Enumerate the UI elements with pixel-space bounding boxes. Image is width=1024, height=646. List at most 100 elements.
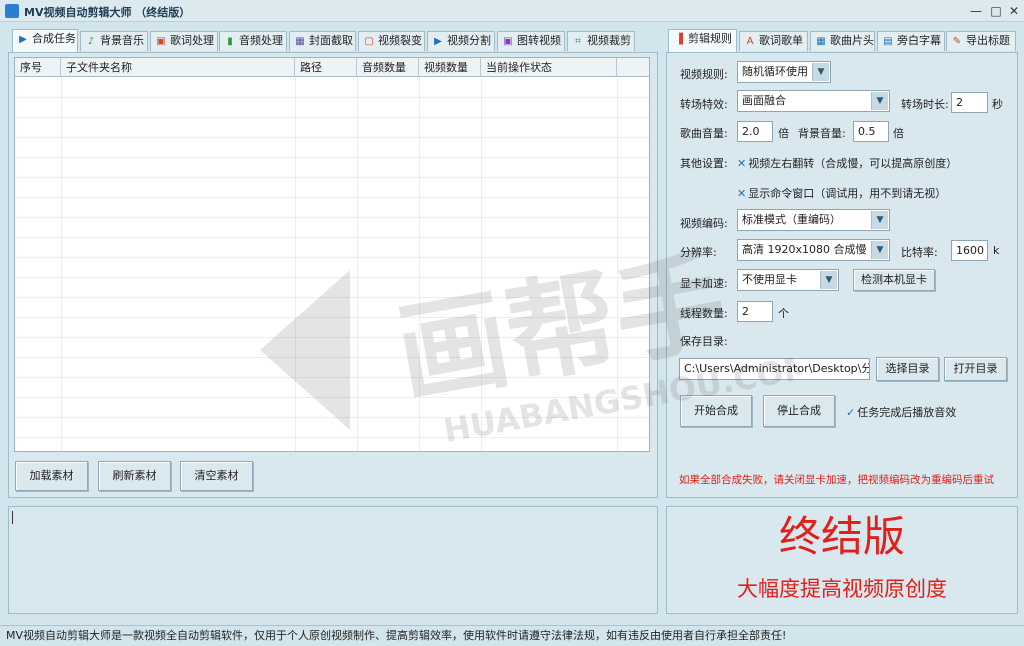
start-button[interactable]: 开始合成 bbox=[680, 395, 752, 427]
refresh-materials-button[interactable]: 刷新素材 bbox=[98, 461, 171, 491]
flip-video-checkbox[interactable]: ✕ 视频左右翻转（合成慢，可以提高原创度） bbox=[737, 155, 957, 171]
video-icon: ▶ bbox=[434, 36, 442, 47]
gpu-label: 显卡加速: bbox=[680, 277, 728, 290]
grid-line bbox=[61, 77, 62, 451]
threads-label: 线程数量: bbox=[680, 307, 728, 320]
resolution-select[interactable]: 高清 1920x1080 合成慢 ▼ bbox=[737, 239, 890, 261]
resolution-value: 高清 1920x1080 合成慢 bbox=[742, 243, 867, 256]
detect-gpu-button[interactable]: 检测本机显卡 bbox=[853, 269, 935, 291]
threads-unit: 个 bbox=[778, 307, 789, 320]
chevron-down-icon: ▼ bbox=[871, 241, 888, 259]
grid-line bbox=[419, 77, 420, 451]
column-header-path[interactable]: 路径 bbox=[295, 58, 357, 77]
tab-label: 背景音乐 bbox=[100, 34, 144, 47]
bg-volume-input[interactable]: 0.5 bbox=[853, 121, 889, 142]
tab-label: 视频裁剪 bbox=[587, 34, 631, 47]
log-area[interactable] bbox=[8, 506, 658, 614]
grid-line bbox=[357, 77, 358, 451]
bitrate-input[interactable]: 1600 bbox=[951, 240, 988, 261]
column-header-status[interactable]: 当前操作状态 bbox=[481, 58, 617, 77]
transition-select[interactable]: 画面融合 ▼ bbox=[737, 90, 890, 112]
tab-2[interactable]: ▦ 歌曲片头 bbox=[810, 31, 875, 51]
tab-3[interactable]: ▤ 旁白字幕 bbox=[877, 31, 945, 51]
tab-2[interactable]: ▣ 歌词处理 bbox=[150, 31, 218, 51]
tab-5[interactable]: ▢ 视频裂变 bbox=[358, 31, 425, 51]
minimize-button[interactable]: — bbox=[968, 3, 984, 19]
grid-line bbox=[481, 77, 482, 451]
tab-6[interactable]: ▶ 视频分割 bbox=[427, 31, 495, 51]
task-table[interactable]: 序号 子文件夹名称 路径 音频数量 视频数量 当前操作状态 bbox=[14, 57, 650, 452]
maximize-button[interactable]: □ bbox=[988, 3, 1004, 19]
column-header-filler bbox=[617, 58, 649, 77]
column-header-video-count[interactable]: 视频数量 bbox=[419, 58, 481, 77]
tab-1[interactable]: A 歌词歌单 bbox=[739, 31, 808, 51]
column-header-audio-count[interactable]: 音频数量 bbox=[357, 58, 419, 77]
chevron-down-icon: ▼ bbox=[871, 211, 888, 229]
warning-text: 如果全部合成失败，请关闭显卡加速，把视频编码改为重编码后重试 bbox=[679, 474, 994, 486]
close-button[interactable]: ✕ bbox=[1006, 3, 1022, 19]
title-bar: MV视频自动剪辑大师 （终结版） — □ ✕ bbox=[0, 0, 1024, 22]
grid-line bbox=[15, 177, 649, 178]
tab-label: 旁白字幕 bbox=[897, 34, 941, 47]
status-bar: MV视频自动剪辑大师是一款视频全自动剪辑软件，仅用于个人原创视频制作、提高剪辑效… bbox=[0, 625, 1024, 646]
grid-line bbox=[15, 217, 649, 218]
bg-volume-unit: 倍 bbox=[893, 127, 904, 140]
choose-dir-button[interactable]: 选择目录 bbox=[876, 357, 939, 381]
show-cmd-label: 显示命令窗口（调试用，用不到请无视） bbox=[748, 187, 947, 200]
column-header-folder[interactable]: 子文件夹名称 bbox=[61, 58, 295, 77]
checkmark-icon: ✕ bbox=[737, 187, 747, 200]
document-icon: ▤ bbox=[883, 36, 893, 47]
promo-subtitle: 大幅度提高视频原创度 bbox=[737, 577, 947, 601]
transition-duration-input[interactable]: 2 bbox=[951, 92, 988, 113]
play-sound-checkbox[interactable]: ✓ 任务完成后播放音效 bbox=[846, 404, 956, 420]
lyrics-icon: ▣ bbox=[156, 36, 166, 47]
tab-8[interactable]: ⌗ 视频裁剪 bbox=[567, 31, 635, 51]
show-cmd-checkbox[interactable]: ✕ 显示命令窗口（调试用，用不到请无视） bbox=[737, 185, 946, 201]
chevron-down-icon: ▼ bbox=[820, 271, 837, 289]
window-title: MV视频自动剪辑大师 （终结版） bbox=[24, 6, 191, 19]
tab-1[interactable]: ♪ 背景音乐 bbox=[80, 31, 148, 51]
threads-input[interactable]: 2 bbox=[737, 301, 773, 322]
other-settings-label: 其他设置: bbox=[680, 157, 728, 170]
encoding-select[interactable]: 标准模式（重编码） ▼ bbox=[737, 209, 890, 231]
clear-materials-button[interactable]: 清空素材 bbox=[180, 461, 253, 491]
tab-label: 剪辑规则 bbox=[688, 32, 732, 45]
grid-line bbox=[15, 137, 649, 138]
save-dir-input[interactable]: C:\Users\Administrator\Desktop\分享 bbox=[679, 358, 870, 380]
grid-line bbox=[617, 77, 618, 451]
load-materials-button[interactable]: 加载素材 bbox=[15, 461, 88, 491]
song-volume-unit: 倍 bbox=[778, 127, 789, 140]
tab-0[interactable]: ▐ 剪辑规则 bbox=[668, 29, 737, 52]
grid-line bbox=[15, 237, 649, 238]
chevron-down-icon: ▼ bbox=[871, 92, 888, 110]
grid-line bbox=[15, 97, 649, 98]
tab-3[interactable]: ▮ 音频处理 bbox=[219, 31, 287, 51]
tab-label: 音频处理 bbox=[239, 34, 283, 47]
column-header-index[interactable]: 序号 bbox=[15, 58, 61, 77]
promo-title: 终结版 bbox=[778, 512, 905, 561]
transition-label: 转场特效: bbox=[680, 98, 728, 111]
tab-4[interactable]: ▦ 封面截取 bbox=[289, 31, 356, 51]
tab-7[interactable]: ▣ 图转视频 bbox=[497, 31, 565, 51]
song-volume-input[interactable]: 2.0 bbox=[737, 121, 773, 142]
gpu-select[interactable]: 不使用显卡 ▼ bbox=[737, 269, 839, 291]
grid-line bbox=[15, 277, 649, 278]
music-note-icon: ♪ bbox=[87, 36, 95, 47]
grid-line bbox=[15, 157, 649, 158]
video-rule-value: 随机循环使用 bbox=[742, 65, 808, 78]
open-dir-button[interactable]: 打开目录 bbox=[944, 357, 1007, 381]
song-volume-label: 歌曲音量: bbox=[680, 127, 728, 140]
transition-duration-label: 转场时长: bbox=[901, 98, 949, 111]
grid-line bbox=[15, 117, 649, 118]
seconds-unit: 秒 bbox=[992, 98, 1003, 111]
tab-4[interactable]: ✎ 导出标题 bbox=[946, 31, 1016, 51]
video-rule-select[interactable]: 随机循环使用 ▼ bbox=[737, 61, 831, 83]
tab-label: 合成任务 bbox=[32, 32, 76, 45]
tab-0[interactable]: ▶ 合成任务 bbox=[12, 29, 78, 52]
tab-label: 导出标题 bbox=[966, 34, 1010, 47]
export-icon: ✎ bbox=[952, 36, 962, 47]
grid-line bbox=[15, 317, 649, 318]
stop-button[interactable]: 停止合成 bbox=[763, 395, 835, 427]
promo-panel: 终结版 大幅度提高视频原创度 bbox=[666, 506, 1018, 614]
video-rule-label: 视频规则: bbox=[680, 68, 728, 81]
